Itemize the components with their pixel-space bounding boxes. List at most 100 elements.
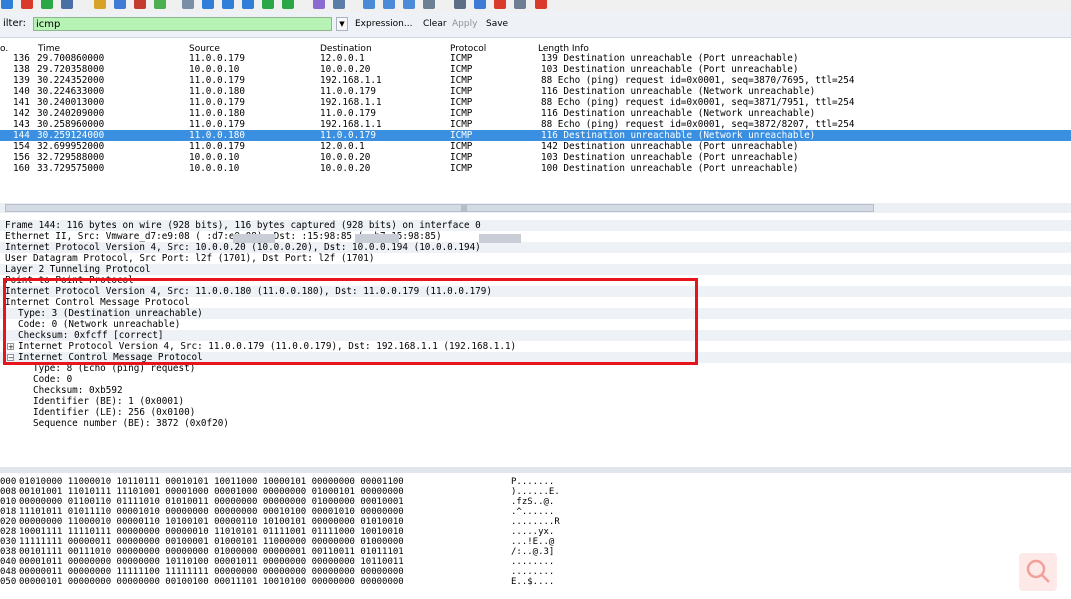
colorize-icon[interactable] (313, 0, 325, 9)
save-icon[interactable] (114, 0, 126, 9)
packet-info: 139 Destination unreachable (Port unreac… (541, 53, 799, 64)
packet-info: 88 Echo (ping) request id=0x0001, seq=38… (541, 75, 855, 86)
packet-time: 30.224633000 (37, 86, 105, 97)
redaction-blot (355, 234, 399, 243)
search-icon[interactable] (1019, 553, 1057, 591)
hex-bits: 10001111 11110111 00000000 00000010 1101… (19, 527, 404, 537)
close-icon[interactable] (134, 0, 146, 9)
back-icon[interactable] (202, 0, 214, 9)
packet-info: 103 Destination unreachable (Port unreac… (541, 152, 799, 163)
packet-list-hscrollbar[interactable]: ||| (0, 203, 1071, 213)
normal-size-icon[interactable] (403, 0, 415, 9)
packet-row[interactable]: 143 30.258960000 11.0.0.179 192.168.1.1 ICMP… (0, 119, 1071, 130)
find-icon[interactable] (182, 0, 194, 9)
hex-ascii: )......E. (511, 487, 560, 497)
display-filters-icon[interactable] (474, 0, 486, 9)
packet-destination: 11.0.0.179 (320, 108, 376, 119)
detail-line[interactable]: Checksum: 0xb592 (33, 385, 123, 396)
packet-row[interactable]: 144 30.259124000 11.0.0.180 11.0.0.179 ICMP 1… (0, 130, 1071, 141)
options-icon[interactable] (61, 0, 73, 9)
packet-destination: 192.168.1.1 (320, 75, 382, 86)
hex-offset: 020 (0, 517, 17, 527)
packet-info: 116 Destination unreachable (Network unr… (541, 130, 816, 141)
clear-button[interactable]: Clear (423, 19, 447, 29)
help-icon[interactable] (535, 0, 547, 9)
packet-row[interactable]: 156 32.729588000 10.0.0.10 10.0.0.20 ICMP 103… (0, 152, 1071, 163)
hex-bits: 00000101 00000000 00000000 00100100 0001… (19, 577, 404, 587)
detail-line[interactable]: Frame 144: 116 bytes on wire (928 bits),… (5, 220, 481, 231)
hex-offset: 010 (0, 497, 17, 507)
hscroll-thumb[interactable]: ||| (5, 204, 874, 212)
filter-dropdown-arrow-icon[interactable]: ▼ (336, 17, 348, 31)
forward-icon[interactable] (222, 0, 234, 9)
restart-icon[interactable] (41, 0, 53, 9)
open-icon[interactable] (94, 0, 106, 9)
stop-icon[interactable] (21, 0, 33, 9)
packet-time: 29.700860000 (37, 53, 105, 64)
packet-protocol: ICMP (450, 53, 473, 64)
hex-bits: 00001011 00000000 00000000 10110100 0000… (19, 557, 404, 567)
hex-ascii: .^...... (511, 507, 555, 517)
packet-source: 10.0.0.10 (189, 152, 240, 163)
packet-source: 10.0.0.10 (189, 64, 240, 75)
packet-no: 139 (13, 75, 30, 86)
packet-row[interactable]: 154 32.699952000 11.0.0.179 12.0.0.1 ICMP 142… (0, 141, 1071, 152)
packet-row[interactable]: 136 29.700860000 11.0.0.179 12.0.0.1 ICMP 139… (0, 53, 1071, 64)
expression-button[interactable]: Expression... (355, 19, 412, 29)
packet-bytes-pane: 000 01010000 11000010 10110111 00010101 1… (0, 476, 1071, 599)
packet-destination: 12.0.0.1 (320, 141, 365, 152)
detail-line[interactable]: Identifier (LE): 256 (0x0100) (33, 407, 195, 418)
bottom-icon[interactable] (282, 0, 294, 9)
autoscroll-icon[interactable] (333, 0, 345, 9)
resize-columns-icon[interactable] (423, 0, 435, 9)
packet-protocol: ICMP (450, 130, 473, 141)
goto-icon[interactable] (242, 0, 254, 9)
detail-line[interactable]: User Datagram Protocol, Src Port: l2f (1… (5, 253, 374, 264)
zoom-out-icon[interactable] (383, 0, 395, 9)
packet-no: 154 (13, 141, 30, 152)
packet-time: 30.240209000 (37, 108, 105, 119)
packet-destination: 10.0.0.20 (320, 163, 371, 174)
packet-destination: 10.0.0.20 (320, 152, 371, 163)
pane-splitter[interactable] (0, 467, 1071, 473)
packet-row[interactable]: 160 33.729575000 10.0.0.10 10.0.0.20 ICMP 100… (0, 163, 1071, 174)
packet-source: 11.0.0.179 (189, 97, 245, 108)
packet-time: 30.259124000 (37, 130, 105, 141)
packet-row[interactable]: 142 30.240209000 11.0.0.180 11.0.0.179 ICMP 1… (0, 108, 1071, 119)
packet-time: 33.729575000 (37, 163, 105, 174)
hex-ascii: .....yx. (511, 527, 555, 537)
packet-time: 32.729588000 (37, 152, 105, 163)
capture-filters-icon[interactable] (454, 0, 466, 9)
detail-line[interactable]: Internet Protocol Version 4, Src: 10.0.0… (5, 242, 481, 253)
packet-source: 11.0.0.179 (189, 53, 245, 64)
zoom-in-icon[interactable] (363, 0, 375, 9)
detail-line[interactable]: Sequence number (BE): 3872 (0x0f20) (33, 418, 229, 429)
coloring-rules-icon[interactable] (494, 0, 506, 9)
save-filter-button[interactable]: Save (486, 19, 508, 29)
reload-icon[interactable] (154, 0, 166, 9)
packet-no: 160 (13, 163, 30, 174)
packet-info: 142 Destination unreachable (Port unreac… (541, 141, 799, 152)
packet-protocol: ICMP (450, 97, 473, 108)
start-icon[interactable] (1, 0, 13, 9)
packet-row[interactable]: 140 30.224633000 11.0.0.180 11.0.0.179 ICMP 1… (0, 86, 1071, 97)
detail-line[interactable]: Identifier (BE): 1 (0x0001) (33, 396, 184, 407)
packet-source: 11.0.0.179 (189, 119, 245, 130)
packet-row[interactable]: 141 30.240013000 11.0.0.179 192.168.1.1 ICMP… (0, 97, 1071, 108)
detail-line[interactable]: Layer 2 Tunneling Protocol (5, 264, 151, 275)
display-filter-input[interactable]: icmp (33, 17, 332, 31)
packet-source: 11.0.0.179 (189, 75, 245, 86)
grip-icon: ||| (461, 205, 468, 212)
preferences-icon[interactable] (514, 0, 526, 9)
packet-source: 11.0.0.179 (189, 141, 245, 152)
apply-button[interactable]: Apply (452, 19, 477, 29)
packet-no: 136 (13, 53, 30, 64)
hex-bits: 00101001 11010111 11101001 00001000 0000… (19, 487, 404, 497)
top-icon[interactable] (262, 0, 274, 9)
packet-no: 156 (13, 152, 30, 163)
packet-row[interactable]: 139 30.224352000 11.0.0.179 192.168.1.1 ICMP… (0, 75, 1071, 86)
hex-bits: 00000000 01100110 01111010 01010011 0000… (19, 497, 404, 507)
packet-no: 138 (13, 64, 30, 75)
detail-line[interactable]: Code: 0 (33, 374, 72, 385)
packet-row[interactable]: 138 29.720358000 10.0.0.10 10.0.0.20 ICMP 103… (0, 64, 1071, 75)
